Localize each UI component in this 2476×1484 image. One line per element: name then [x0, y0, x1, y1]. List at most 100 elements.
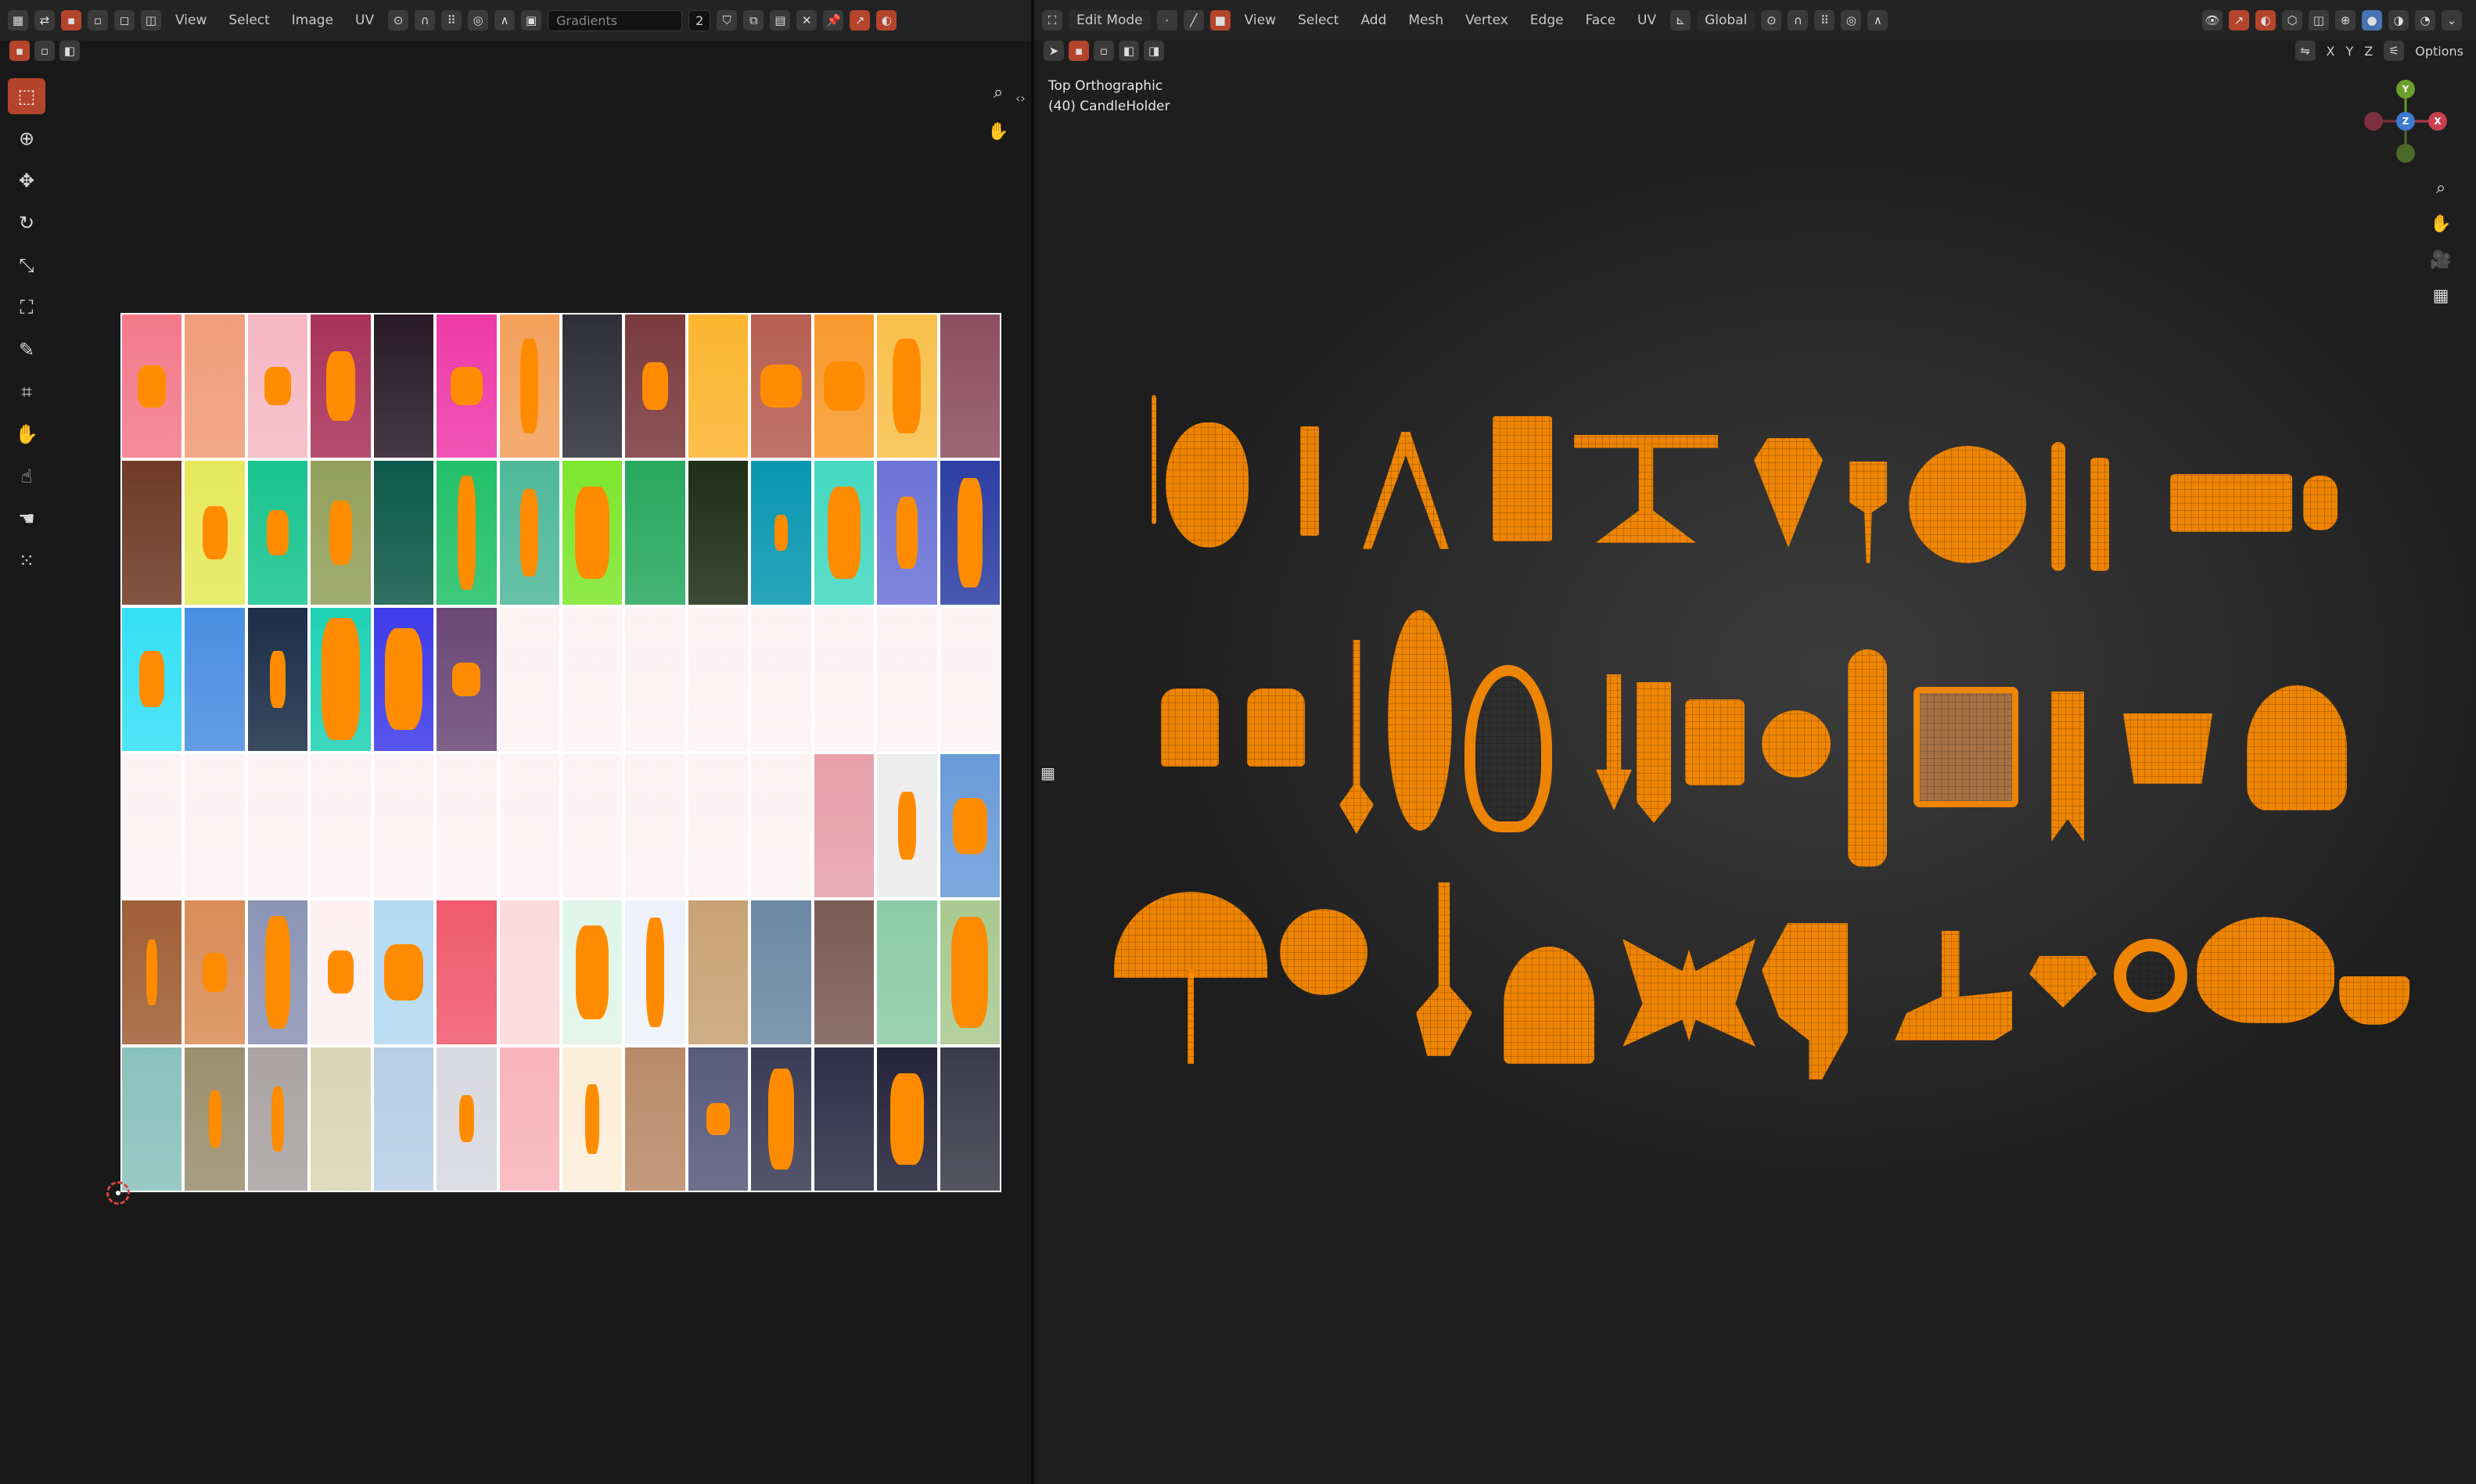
mesh-salt-shaker[interactable] — [1161, 688, 1219, 767]
uv-island[interactable] — [953, 797, 987, 854]
2d-cursor-icon[interactable] — [106, 1181, 130, 1205]
uv-island[interactable] — [898, 792, 916, 861]
mesh-picture-frame[interactable] — [1914, 687, 2018, 807]
mesh-edit-options-icon[interactable]: ⚟ — [2384, 41, 2405, 61]
uv-island[interactable] — [202, 952, 228, 993]
mesh-ladle[interactable] — [1339, 640, 1374, 834]
mesh-diamond[interactable] — [2029, 956, 2097, 1008]
mesh-baseball-bat[interactable] — [1848, 649, 1887, 867]
image-name-field[interactable]: Gradients — [548, 9, 683, 31]
pin-icon[interactable]: 📌 — [823, 10, 844, 31]
shading-solid-icon[interactable]: ● — [2362, 10, 2382, 31]
uv-island[interactable] — [576, 925, 609, 1019]
editor-type-icon[interactable]: ▦ — [8, 10, 28, 31]
uv-island[interactable] — [329, 500, 352, 565]
menu-uv[interactable]: UV — [347, 13, 382, 28]
select-box-icon[interactable]: ⬚ — [8, 78, 45, 114]
gizmo-toggle-icon[interactable]: ↗ — [2229, 10, 2249, 31]
cursor-icon[interactable]: ⊕ — [8, 120, 45, 156]
uv-island[interactable] — [828, 487, 861, 579]
mesh-dart[interactable] — [1849, 462, 1887, 563]
mesh-teacup[interactable] — [2339, 976, 2410, 1025]
rotate-icon[interactable]: ↻ — [8, 205, 45, 241]
uv-island[interactable] — [452, 662, 481, 696]
gizmo-y-axis[interactable]: Y — [2396, 80, 2415, 99]
uv-island[interactable] — [451, 367, 483, 406]
annotate-icon[interactable]: ✎ — [8, 332, 45, 368]
menu-add[interactable]: Add — [1353, 13, 1394, 28]
select-mode-new-icon[interactable]: ▪ — [9, 41, 30, 61]
snap-grid-icon[interactable]: ⠿ — [441, 10, 462, 31]
mesh-keyboard[interactable] — [2170, 474, 2292, 532]
mesh-basket[interactable] — [1504, 947, 1594, 1064]
mesh-spoon[interactable] — [1416, 882, 1472, 1056]
edge-select-icon[interactable]: ▫ — [88, 10, 108, 31]
uv-island[interactable] — [575, 486, 610, 580]
shading-material-icon[interactable]: ◑ — [2388, 10, 2409, 31]
menu-edge[interactable]: Edge — [1522, 13, 1572, 28]
mesh-surfboard[interactable] — [1388, 610, 1452, 831]
uv-island[interactable] — [893, 339, 922, 433]
mesh-butterfly[interactable] — [1623, 939, 1755, 1047]
hand-icon[interactable]: ✋ — [984, 117, 1012, 146]
mesh-fork[interactable] — [2090, 458, 2109, 571]
sidebar-toggle-icon[interactable]: ‹› — [1015, 91, 1026, 106]
island-select-icon[interactable]: ◫ — [141, 10, 161, 31]
transform-icon[interactable]: ⛶ — [8, 289, 45, 325]
navigation-gizmo[interactable]: Y X Z — [2363, 78, 2449, 164]
shading-rendered-icon[interactable]: ◔ — [2415, 10, 2435, 31]
uv-island[interactable] — [271, 1086, 285, 1152]
rip-icon[interactable]: ⌗ — [8, 374, 45, 410]
uv-island[interactable] — [646, 918, 665, 1027]
uv-island[interactable] — [458, 1095, 475, 1143]
proportional-icon[interactable]: ◎ — [1841, 10, 1862, 31]
pinch-icon[interactable]: ☚ — [8, 501, 45, 537]
pivot-icon[interactable]: ⊙ — [1761, 10, 1782, 31]
uv-island[interactable] — [322, 618, 360, 741]
uv-island[interactable] — [328, 950, 354, 994]
uv-island[interactable] — [202, 506, 228, 559]
gizmo-neg-y[interactable] — [2396, 144, 2415, 163]
grab-icon[interactable]: ✋ — [8, 416, 45, 452]
3d-viewport[interactable]: ⛶ Edit Mode ⋅ ╱ ■ View Select Add Mesh V… — [1034, 0, 2476, 1484]
mesh-sharpener[interactable] — [1685, 699, 1745, 785]
snap-icon[interactable]: ∩ — [1788, 10, 1809, 31]
menu-mesh[interactable]: Mesh — [1400, 13, 1451, 28]
mode-dropdown[interactable]: Edit Mode — [1069, 10, 1151, 31]
uv-island[interactable] — [896, 496, 918, 570]
mesh-ring[interactable] — [2114, 939, 2187, 1012]
mirror-z[interactable]: Z — [2364, 44, 2373, 59]
uv-island[interactable] — [520, 488, 539, 577]
grid-icon[interactable]: ▦ — [2427, 282, 2455, 310]
uv-island[interactable] — [264, 366, 292, 406]
zoom-icon[interactable]: ⌕ — [2427, 174, 2455, 202]
mesh-compass[interactable] — [1363, 432, 1449, 549]
uv-island[interactable] — [264, 915, 291, 1029]
uv-island[interactable] — [137, 365, 167, 408]
mesh-dartboard[interactable] — [1909, 446, 2026, 563]
mesh-pepper-shaker[interactable] — [1247, 688, 1305, 767]
falloff-icon[interactable]: ∧ — [1867, 10, 1888, 31]
uv-island[interactable] — [951, 917, 989, 1028]
gizmo-toggle-icon[interactable]: ↗ — [850, 10, 871, 31]
menu-face[interactable]: Face — [1578, 13, 1623, 28]
open-image-icon[interactable]: ▤ — [770, 10, 791, 31]
overlay-toggle-icon[interactable]: ◐ — [876, 10, 897, 31]
face-select-icon[interactable]: ◻ — [114, 10, 135, 31]
mirror-icon[interactable]: ⇋ — [2295, 41, 2316, 61]
uv-island[interactable] — [270, 651, 286, 708]
mesh-flower-pot[interactable] — [2123, 713, 2212, 784]
editor-type-icon[interactable]: ⛶ — [1042, 10, 1062, 31]
select-mode-subtract-icon[interactable]: ◧ — [59, 41, 80, 61]
uv-island[interactable] — [641, 362, 669, 411]
mesh-pencil[interactable] — [1637, 682, 1671, 823]
snap-icon[interactable]: ∩ — [415, 10, 436, 31]
select-mode-subtract-icon[interactable]: ◧ — [1119, 41, 1139, 61]
proportional-icon[interactable]: ◎ — [468, 10, 489, 31]
mesh-bookmark[interactable] — [2051, 692, 2084, 842]
gizmo-x-axis[interactable]: X — [2428, 112, 2447, 131]
mesh-ruler[interactable] — [1300, 426, 1319, 536]
uv-island[interactable] — [383, 944, 423, 1001]
mesh-mouse[interactable] — [2303, 476, 2338, 530]
select-mode-extend-icon[interactable]: ▫ — [1094, 41, 1114, 61]
